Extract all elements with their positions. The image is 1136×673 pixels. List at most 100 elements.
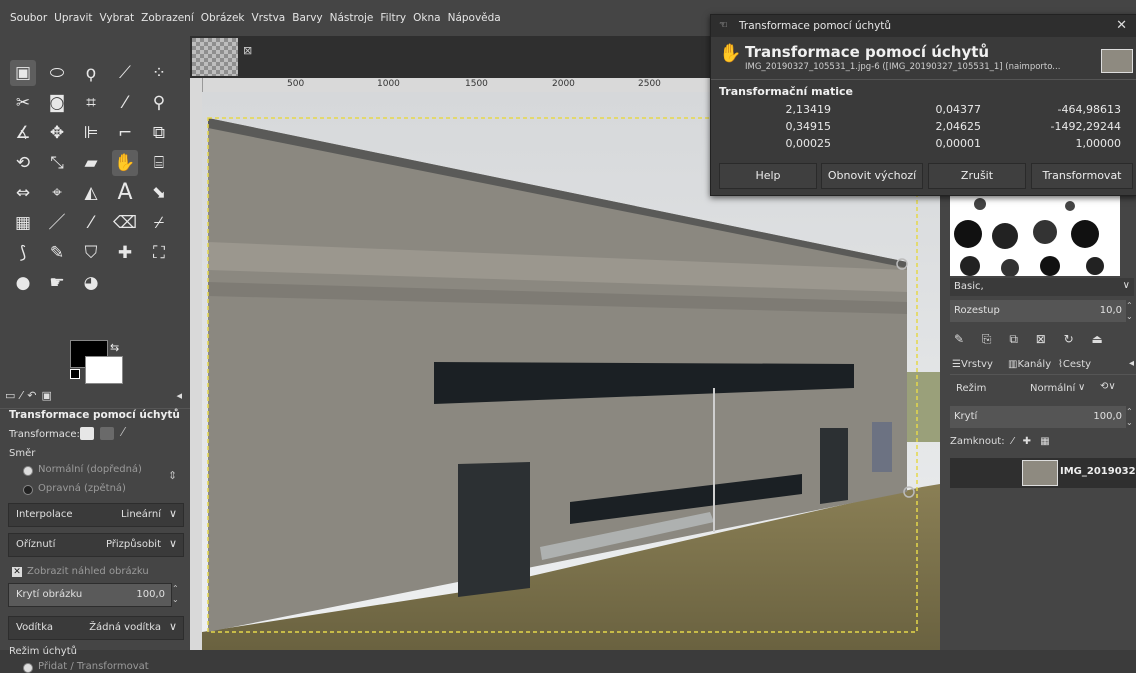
transform-button[interactable]: Transformovat	[1031, 163, 1133, 189]
gradient-icon[interactable]: ▦	[10, 210, 36, 236]
lock-pixels-icon[interactable]: ⁄	[1012, 436, 1014, 447]
brush-preset-combo[interactable]: Basic, ∨	[950, 278, 1134, 296]
scissors-icon[interactable]: ✂	[10, 90, 36, 116]
scale-icon[interactable]: ⤡	[44, 150, 70, 176]
default-colors-icon[interactable]	[70, 369, 80, 379]
tab-paths[interactable]: ⌇Cesty	[1058, 359, 1091, 370]
align-icon[interactable]: ⊫	[78, 120, 104, 146]
bucket-fill-icon[interactable]: ◭	[78, 180, 104, 206]
image-opacity-slider[interactable]: Krytí obrázku 100,0	[8, 583, 172, 607]
lock-alpha-icon[interactable]: ▦	[1040, 436, 1049, 447]
mypaint-brush-icon[interactable]: ✎	[44, 240, 70, 266]
menu-napoveda[interactable]: Nápověda	[444, 0, 504, 24]
background-color-swatch[interactable]	[85, 356, 123, 384]
blur-icon[interactable]: ●	[10, 270, 36, 296]
direction-normal-radio[interactable]	[23, 466, 33, 476]
shear-icon[interactable]: ▰	[78, 150, 104, 176]
paths-icon[interactable]: ⌗	[78, 90, 104, 116]
clipping-combo[interactable]: Oříznutí Přizpůsobit ∨	[8, 533, 184, 557]
open-as-image-icon[interactable]: ⏏	[1092, 332, 1103, 346]
refresh-brushes-icon[interactable]: ↻	[1064, 332, 1074, 346]
crop-icon[interactable]: ⌐	[112, 120, 138, 146]
dodge-burn-icon[interactable]: ◕	[78, 270, 104, 296]
tab-channels[interactable]: ▥Kanály	[1008, 359, 1051, 370]
direction-corrective-radio[interactable]	[23, 485, 33, 495]
transform-selection-button[interactable]	[100, 427, 114, 440]
duplicate-brush-icon[interactable]: ⧉	[1009, 332, 1018, 346]
close-tab-icon[interactable]: ⊠	[243, 44, 252, 57]
paintbrush-icon[interactable]: ⁄	[78, 210, 104, 236]
menu-zobrazeni[interactable]: Zobrazení	[137, 0, 197, 24]
layer-mode-row[interactable]: Režim Normální ∨ ⟲∨	[950, 378, 1136, 400]
handle-mode-add-radio[interactable]	[23, 663, 33, 673]
tab-menu-icon[interactable]: ◂	[176, 389, 182, 402]
fill-icon[interactable]: ⬊	[146, 180, 172, 206]
pencil-icon[interactable]: ／	[44, 210, 70, 236]
swap-colors-icon[interactable]: ⇆	[110, 341, 119, 354]
reset-mode-icon[interactable]: ⟲∨	[1100, 381, 1116, 392]
help-button[interactable]: Help	[719, 163, 817, 189]
tab-layers[interactable]: ☰Vrstvy	[952, 359, 993, 370]
layer-row[interactable]: IMG_2019032	[950, 458, 1136, 488]
brushes-grid[interactable]	[950, 194, 1120, 277]
preview-checkbox[interactable]: ✕	[12, 567, 22, 577]
images-tab-icon[interactable]: ▣	[41, 389, 51, 402]
undo-history-tab-icon[interactable]: ↶	[27, 389, 36, 402]
eraser-icon[interactable]: ⌫	[112, 210, 138, 236]
image-tab-thumbnail[interactable]	[192, 38, 238, 76]
perspective-clone-icon[interactable]: ⛶	[146, 240, 172, 266]
close-icon[interactable]: ✕	[1116, 18, 1127, 33]
transform-path-icon[interactable]: ⁄	[122, 425, 124, 439]
menu-filtry[interactable]: Filtry	[376, 0, 409, 24]
warp-icon[interactable]: ⌖	[44, 180, 70, 206]
color-select-icon[interactable]: ⁘	[146, 60, 172, 86]
interpolation-combo[interactable]: Interpolace Lineární ∨	[8, 503, 184, 527]
foreground-select-icon[interactable]: ◙	[44, 90, 70, 116]
menu-barvy[interactable]: Barvy	[288, 0, 325, 24]
direction-toggle-icon[interactable]: ⇕	[168, 469, 177, 482]
menu-nastroje[interactable]: Nástroje	[326, 0, 377, 24]
lock-position-icon[interactable]: ✚	[1023, 436, 1031, 447]
menu-soubor[interactable]: Soubor	[0, 0, 50, 24]
fuzzy-select-icon[interactable]: ⟋	[112, 60, 138, 86]
clone-icon[interactable]: ⛉	[78, 240, 104, 266]
tool-options-tab-icon[interactable]: ▭	[5, 389, 15, 402]
menu-upravit[interactable]: Upravit	[50, 0, 95, 24]
tab-menu-icon[interactable]: ◂	[1129, 358, 1134, 369]
reset-button[interactable]: Obnovit výchozí	[821, 163, 923, 189]
dialog-titlebar[interactable]: ☜ Transformace pomocí úchytů ✕	[711, 15, 1136, 37]
heal-icon[interactable]: ✚	[112, 240, 138, 266]
edit-brush-icon[interactable]: ✎	[954, 332, 964, 346]
rotate-icon[interactable]: ⟲	[10, 150, 36, 176]
new-brush-icon[interactable]: ⎘	[982, 332, 992, 346]
menu-vybrat[interactable]: Vybrat	[96, 0, 138, 24]
airbrush-icon[interactable]: ⌿	[146, 210, 172, 236]
move-icon[interactable]: ✥	[44, 120, 70, 146]
menu-okna[interactable]: Okna	[409, 0, 443, 24]
text-icon[interactable]: A	[112, 180, 138, 206]
ellipse-select-icon[interactable]: ⬭	[44, 60, 70, 86]
spacing-spin-icon[interactable]: ⌃ ⌄	[1126, 300, 1136, 322]
color-picker-icon[interactable]: ⁄	[112, 90, 138, 116]
zoom-icon[interactable]: ⚲	[146, 90, 172, 116]
measure-icon[interactable]: ∡	[10, 120, 36, 146]
delete-brush-icon[interactable]: ⊠	[1036, 332, 1046, 346]
opacity-spin-icon[interactable]: ⌃ ⌄	[172, 583, 182, 605]
menu-vrstva[interactable]: Vrstva	[247, 0, 288, 24]
menu-obrazek[interactable]: Obrázek	[197, 0, 248, 24]
ink-icon[interactable]: ⟆	[10, 240, 36, 266]
cage-transform-icon[interactable]: ⌸	[146, 150, 172, 176]
unified-transform-icon[interactable]: ⧉	[146, 120, 172, 146]
brush-spacing-slider[interactable]: Rozestup 10,0	[950, 300, 1126, 322]
transform-layer-button[interactable]	[80, 427, 94, 440]
free-select-icon[interactable]: ϙ	[78, 60, 104, 86]
guides-combo[interactable]: Vodítka Žádná vodítka ∨	[8, 616, 184, 640]
layer-opacity-spin-icon[interactable]: ⌃ ⌄	[1126, 406, 1136, 428]
cancel-button[interactable]: Zrušit	[928, 163, 1026, 189]
rect-select-icon[interactable]: ▣	[10, 60, 36, 86]
smudge-icon[interactable]: ☛	[44, 270, 70, 296]
layer-opacity-slider[interactable]: Krytí 100,0	[950, 406, 1126, 428]
flip-icon[interactable]: ⇔	[10, 180, 36, 206]
device-status-tab-icon[interactable]: ⁄	[20, 389, 22, 402]
handle-transform-icon[interactable]: ✋	[112, 150, 138, 176]
